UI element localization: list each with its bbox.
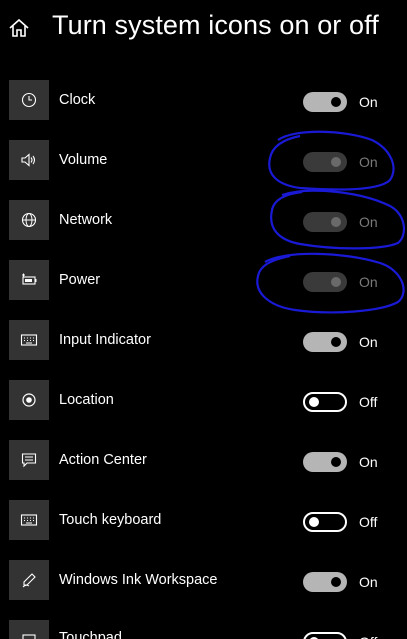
setting-label: Touchpad	[59, 630, 122, 639]
setting-label: Volume	[59, 152, 108, 168]
network-toggle[interactable]	[303, 212, 347, 232]
touch-keyboard-toggle[interactable]	[303, 512, 347, 532]
toggle-state-text: On	[359, 154, 378, 170]
pen-icon	[9, 560, 49, 600]
home-button[interactable]	[8, 17, 30, 39]
page-title: Turn system icons on or off	[52, 10, 379, 40]
toggle-state-text: On	[359, 94, 378, 110]
setting-label: Clock	[59, 92, 96, 108]
setting-label: Input Indicator	[59, 332, 151, 348]
volume-toggle[interactable]	[303, 152, 347, 172]
setting-row-windows-ink: Windows Ink Workspace On	[0, 550, 407, 610]
setting-row-touch-keyboard: Touch keyboard Off	[0, 490, 407, 550]
input-indicator-toggle[interactable]	[303, 332, 347, 352]
touchpad-toggle[interactable]	[303, 632, 347, 639]
setting-row-action-center: Action Center On	[0, 430, 407, 490]
windows-ink-toggle[interactable]	[303, 572, 347, 592]
toggle-state-text: Off	[359, 514, 378, 530]
setting-row-touchpad: Touchpad Off	[0, 610, 407, 639]
battery-icon	[9, 260, 49, 300]
clock-toggle[interactable]	[303, 92, 347, 112]
home-icon	[9, 18, 29, 37]
toggle-state-text: On	[359, 574, 378, 590]
keyboard-icon	[9, 320, 49, 360]
action-center-toggle[interactable]	[303, 452, 347, 472]
setting-label: Power	[59, 272, 101, 288]
location-icon	[9, 380, 49, 420]
toggle-state-text: On	[359, 334, 378, 350]
setting-label: Location	[59, 392, 114, 408]
setting-row-volume: Volume On	[0, 130, 407, 190]
setting-label: Action Center	[59, 452, 147, 468]
toggle-state-text: On	[359, 454, 378, 470]
keyboard-icon	[9, 500, 49, 540]
setting-row-location: Location Off	[0, 370, 407, 430]
touchpad-icon	[9, 620, 49, 639]
toggle-state-text: Off	[359, 394, 378, 410]
setting-row-input-indicator: Input Indicator On	[0, 310, 407, 370]
settings-page: Turn system icons on or off Clock On Vol…	[0, 0, 407, 639]
setting-row-network: Network On	[0, 190, 407, 250]
setting-label: Network	[59, 212, 113, 228]
toggle-state-text: Off	[359, 634, 377, 639]
setting-row-power: Power On	[0, 250, 407, 310]
globe-icon	[9, 200, 49, 240]
message-icon	[9, 440, 49, 480]
power-toggle[interactable]	[303, 272, 347, 292]
clock-icon	[9, 80, 49, 120]
toggle-state-text: On	[359, 274, 378, 290]
setting-label: Touch keyboard	[59, 512, 162, 528]
toggle-state-text: On	[359, 214, 378, 230]
setting-label: Windows Ink Workspace	[59, 572, 218, 588]
page-header: Turn system icons on or off	[0, 0, 407, 60]
speaker-icon	[9, 140, 49, 180]
setting-row-clock: Clock On	[0, 70, 407, 130]
location-toggle[interactable]	[303, 392, 347, 412]
